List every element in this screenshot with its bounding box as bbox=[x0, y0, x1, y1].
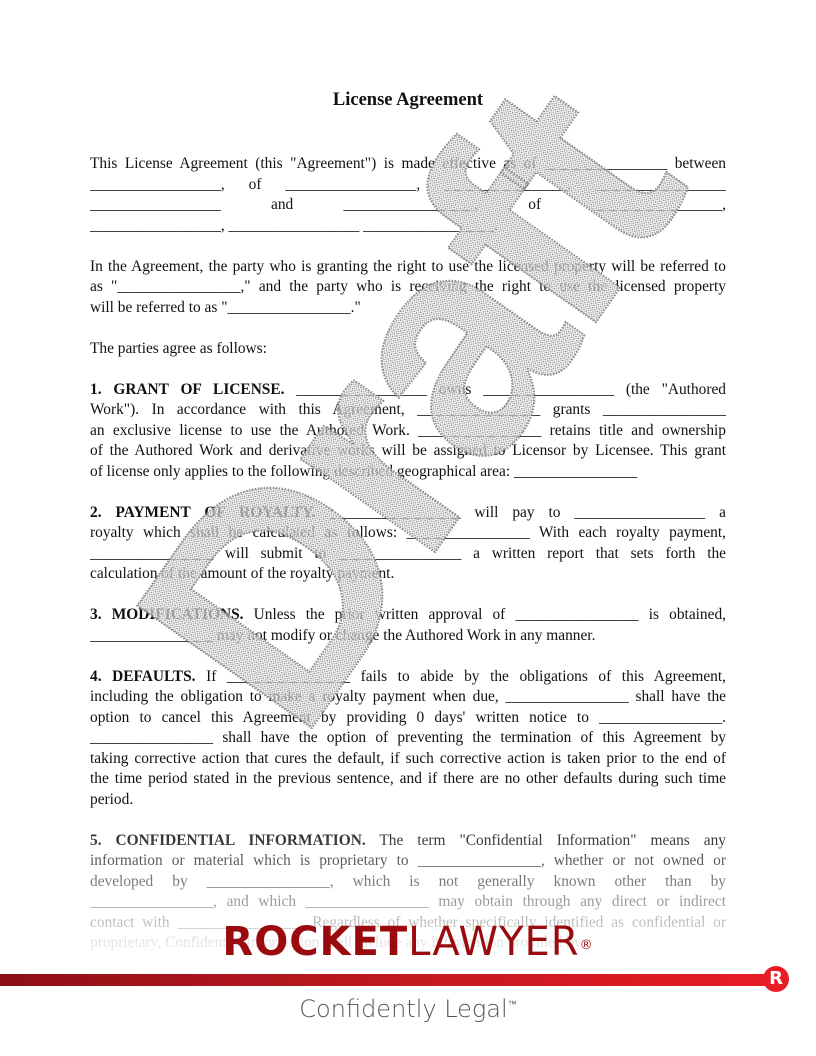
text-line: ________________ will submit to ________… bbox=[90, 544, 726, 562]
trademark-mark: ™ bbox=[507, 1000, 517, 1010]
text-line: The term "Confidential Information" mean… bbox=[365, 831, 726, 849]
text-line: ________________ may not modify or chang… bbox=[90, 626, 596, 644]
document-body: This License Agreement (this "Agreement"… bbox=[90, 154, 726, 974]
section-heading: 4. DEFAULTS. bbox=[90, 667, 196, 685]
section-modifications: 3. MODIFICATIONS. Unless the prior writt… bbox=[90, 605, 726, 646]
logo-lawyer-text: LAWYER bbox=[408, 919, 580, 965]
text-line: If ________________ fails to abide by th… bbox=[195, 667, 726, 685]
text-line: developed by ________________, which is … bbox=[90, 872, 726, 890]
section-defaults: 4. DEFAULTS. If ________________ fails t… bbox=[90, 667, 726, 811]
tagline: Confidently Legal™ bbox=[0, 995, 816, 1023]
text-line: ________________, and which ____________… bbox=[90, 893, 726, 910]
section-heading: 5. CONFIDENTIAL INFORMATION. bbox=[90, 831, 366, 849]
text-line: calculation of the amount of the royalty… bbox=[90, 565, 395, 582]
text-line: _________________ and _________________,… bbox=[90, 196, 726, 213]
text-line: ________________ shall have the option o… bbox=[90, 729, 726, 746]
text-line: option to cancel this Agreement by provi… bbox=[90, 708, 726, 726]
document-title: License Agreement bbox=[332, 90, 484, 110]
text-line: the time period stated in the previous s… bbox=[90, 770, 726, 787]
text-line: period. bbox=[90, 790, 134, 808]
section-grant-of-license: 1. GRANT OF LICENSE. _________________ o… bbox=[90, 380, 726, 483]
section-heading: 2. PAYMENT OF ROYALTY. bbox=[90, 503, 316, 521]
document-page: License Agreement This License Agreement… bbox=[0, 0, 816, 1056]
registered-mark: ® bbox=[579, 938, 594, 953]
text-line: royalty which shall be calculated as fol… bbox=[90, 524, 726, 541]
text-line: Work"). In accordance with this Agreemen… bbox=[90, 401, 726, 418]
section-payment-of-royalty: 2. PAYMENT OF ROYALTY. _________________… bbox=[90, 503, 726, 585]
section-heading: 1. GRANT OF LICENSE. bbox=[90, 380, 285, 398]
agree-paragraph: The parties agree as follows: bbox=[90, 339, 726, 360]
text-line: of license only applies to the following… bbox=[90, 462, 638, 480]
text-line: _________________, _________________ ___… bbox=[90, 216, 498, 234]
text-line: This License Agreement (this "Agreement"… bbox=[90, 155, 726, 172]
text-line: The parties agree as follows: bbox=[90, 339, 267, 357]
parties-definition-paragraph: In the Agreement, the party who is grant… bbox=[90, 257, 726, 319]
intro-paragraph: This License Agreement (this "Agreement"… bbox=[90, 154, 726, 236]
text-line: of the Authored Work and derivative work… bbox=[90, 442, 726, 459]
text-line: _________________ will pay to __________… bbox=[315, 503, 726, 521]
brand-red-bar bbox=[0, 974, 770, 986]
rocket-r-badge-icon: R bbox=[763, 966, 789, 992]
text-line: an exclusive license to use the Authored… bbox=[90, 421, 726, 439]
rocket-lawyer-logo: ROCKETLAWYER® bbox=[0, 918, 816, 966]
text-line: _________________, of _________________,… bbox=[90, 175, 726, 193]
text-line: will be referred to as "________________… bbox=[90, 298, 361, 316]
text-line: information or material which is proprie… bbox=[90, 852, 726, 869]
section-heading: 3. MODIFICATIONS. bbox=[90, 606, 244, 623]
text-line: as "________________," and the party who… bbox=[90, 278, 726, 295]
text-line: In the Agreement, the party who is grant… bbox=[90, 257, 726, 275]
text-line: _________________ owns _________________… bbox=[284, 380, 726, 398]
text-line: including the obligation to make a royal… bbox=[90, 688, 726, 705]
text-line: taking corrective action that cures the … bbox=[90, 749, 726, 767]
tagline-text: Confidently Legal bbox=[299, 995, 508, 1023]
logo-rocket-text: ROCKET bbox=[222, 919, 409, 965]
text-line: Unless the prior written approval of ___… bbox=[243, 606, 726, 623]
